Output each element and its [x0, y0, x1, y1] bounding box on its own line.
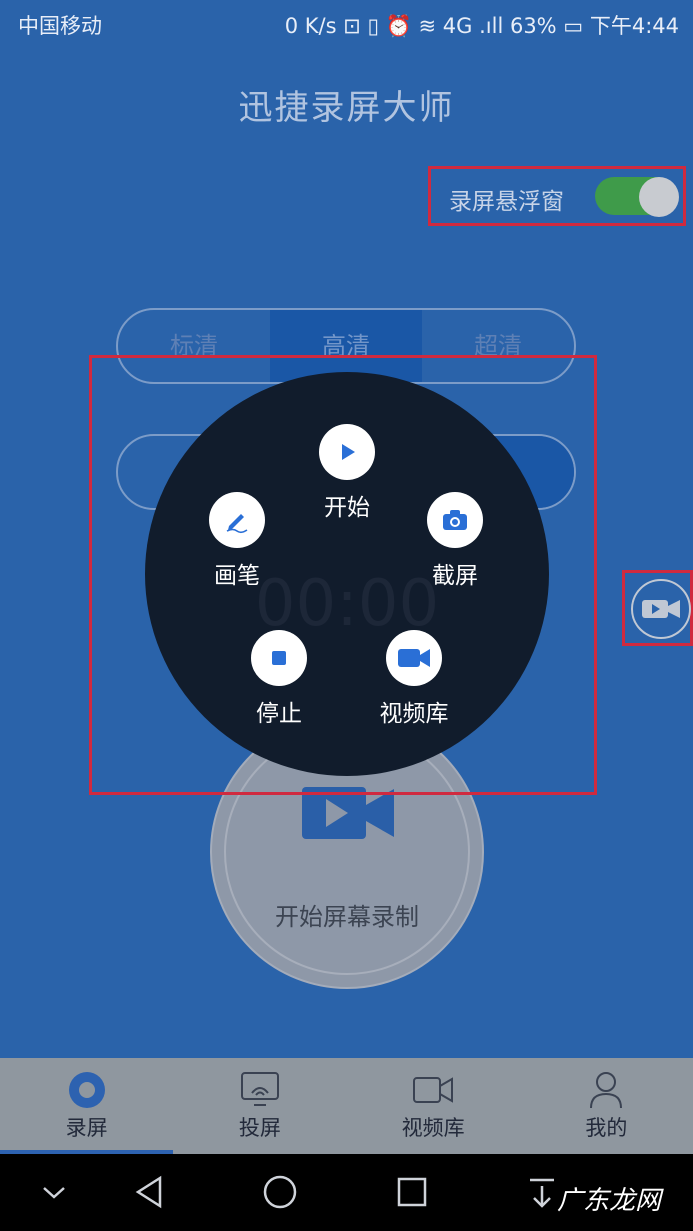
floating-record-button[interactable] [631, 579, 691, 639]
video-icon [347, 1068, 520, 1112]
status-icons: 0 K/s ⊡ ▯ ⏰ ≋ 4G .ıll 63% ▭ 下午4:44 [284, 14, 679, 38]
home-icon[interactable] [262, 1174, 298, 1210]
status-bar: 中国移动 0 K/s ⊡ ▯ ⏰ ≋ 4G .ıll 63% ▭ 下午4:44 [0, 0, 693, 48]
nav-item-label: 视频库 [401, 1116, 465, 1140]
nav-item-label: 录屏 [65, 1116, 108, 1140]
back-icon[interactable] [134, 1174, 166, 1210]
annotation-highlight-float-button [622, 570, 693, 646]
nav-item-cast[interactable]: 投屏 [173, 1058, 346, 1154]
cast-icon [173, 1068, 346, 1112]
nav-item-label: 我的 [585, 1116, 628, 1140]
float-window-toggle-row[interactable]: 录屏悬浮窗 [428, 166, 686, 226]
float-window-label: 录屏悬浮窗 [449, 189, 564, 215]
recents-icon[interactable] [396, 1176, 428, 1208]
nav-item-record[interactable]: 录屏 [0, 1058, 174, 1154]
nav-item-label: 投屏 [238, 1116, 281, 1140]
record-icon [0, 1068, 173, 1112]
video-camera-icon [642, 600, 680, 618]
page-title: 迅捷录屏大师 [238, 88, 455, 128]
nav-item-profile[interactable]: 我的 [520, 1058, 693, 1154]
float-window-switch[interactable] [595, 177, 679, 217]
carrier-label: 中国移动 [18, 14, 102, 38]
notification-pull-icon[interactable] [526, 1176, 558, 1210]
watermark-text: 广东龙网 [556, 1186, 661, 1216]
system-navigation-bar: 广东龙网 [0, 1154, 693, 1231]
switch-knob [639, 177, 679, 217]
bottom-navigation: 录屏 投屏 视频库 我的 [0, 1058, 693, 1154]
nav-item-video-library[interactable]: 视频库 [347, 1058, 520, 1154]
annotation-highlight-menu [89, 355, 597, 795]
person-icon [520, 1068, 693, 1112]
chevron-down-icon[interactable] [40, 1178, 68, 1206]
start-button-label: 开始屏幕录制 [275, 903, 419, 931]
